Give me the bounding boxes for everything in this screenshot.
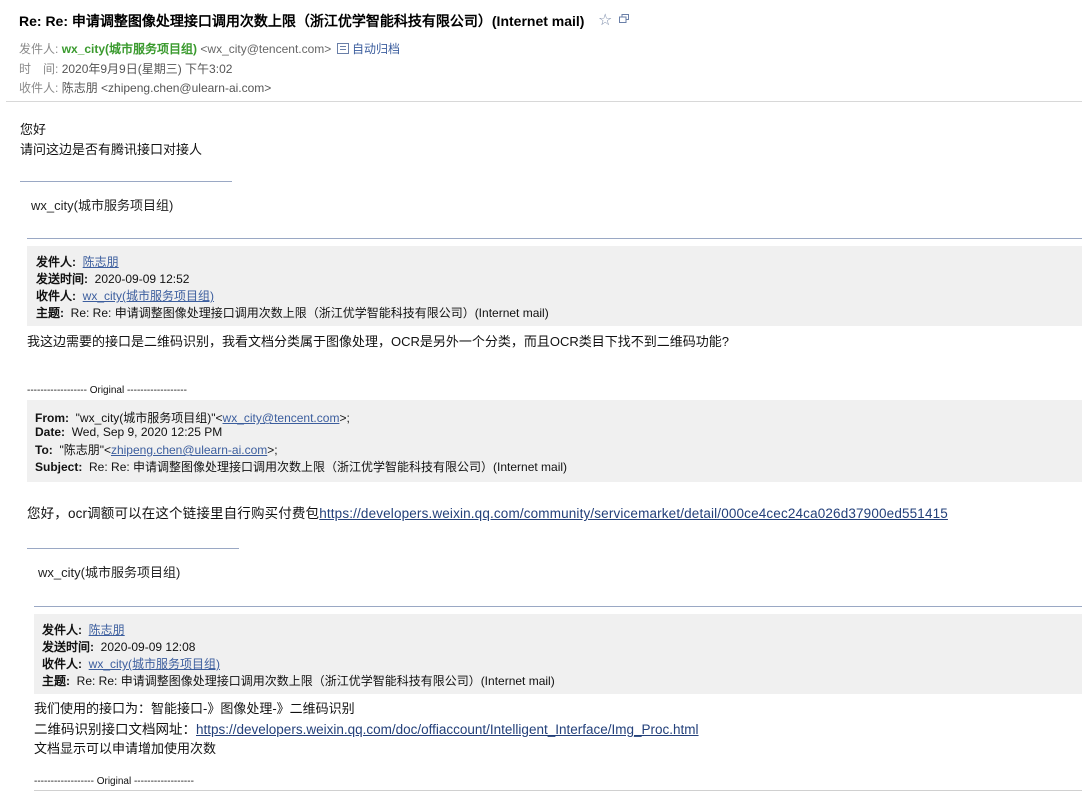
quote2-subject-value: Re: Re: 申请调整图像处理接口调用次数上限（浙江优学智能科技有限公司）(I… bbox=[76, 674, 555, 688]
mail-subject: Re: Re: 申请调整图像处理接口调用次数上限（浙江优学智能科技有限公司）(I… bbox=[19, 13, 585, 29]
to-value: 陈志朋 <zhipeng.chen@ulearn-ai.com> bbox=[61, 81, 272, 95]
img-proc-doc-link[interactable]: https://developers.weixin.qq.com/doc/off… bbox=[196, 722, 699, 737]
quote2-subject-row: 主题: Re: Re: 申请调整图像处理接口调用次数上限（浙江优学智能科技有限公… bbox=[42, 672, 555, 689]
quote-body: 我这边需要的接口是二维码识别，我看文档分类属于图像处理，OCR是另外一个分类，而… bbox=[27, 334, 730, 349]
new-window-icon[interactable] bbox=[619, 14, 629, 23]
original-signature: wx_city(城市服务项目组) bbox=[38, 565, 181, 580]
quote-to-row: 收件人: wx_city(城市服务项目组) bbox=[36, 287, 214, 304]
quote-from-row: 发件人: 陈志朋 bbox=[36, 253, 119, 270]
quote-to-link[interactable]: wx_city(城市服务项目组) bbox=[83, 289, 214, 303]
signature: wx_city(城市服务项目组) bbox=[31, 198, 174, 213]
original-to-row: To: "陈志朋"<zhipeng.chen@ulearn-ai.com>; bbox=[35, 441, 278, 458]
quote2-subject-label: 主题: bbox=[42, 674, 70, 688]
original-from-name: "wx_city(城市服务项目组)"< bbox=[75, 411, 223, 425]
to-label: 收件人: bbox=[19, 81, 59, 95]
quote2-sent-row: 发送时间: 2020-09-09 12:08 bbox=[42, 638, 195, 655]
from-row: 发件人: wx_city(城市服务项目组) <wx_city@tencent.c… bbox=[19, 40, 400, 57]
quote2-from-label: 发件人: bbox=[42, 623, 82, 637]
sender-name[interactable]: wx_city(城市服务项目组) bbox=[62, 42, 197, 56]
original-divider: ------------------ Original ------------… bbox=[27, 385, 187, 396]
quote-subject-label: 主题: bbox=[36, 306, 64, 320]
quote2-to-link[interactable]: wx_city(城市服务项目组) bbox=[89, 657, 220, 671]
signature-divider bbox=[20, 181, 232, 182]
servicemarket-link[interactable]: https://developers.weixin.qq.com/communi… bbox=[319, 506, 948, 521]
original-to-email[interactable]: zhipeng.chen@ulearn-ai.com bbox=[111, 443, 267, 457]
quote2-sent-label: 发送时间: bbox=[42, 640, 94, 654]
archive-icon[interactable] bbox=[336, 43, 349, 54]
original-date-value: Wed, Sep 9, 2020 12:25 PM bbox=[71, 425, 223, 439]
original-body-text: 您好，ocr调额可以在这个链接里自行购买付费包 bbox=[27, 506, 320, 521]
quote2-to-label: 收件人: bbox=[42, 657, 82, 671]
time-label: 时 间: bbox=[19, 62, 59, 76]
quote-sent-value: 2020-09-09 12:52 bbox=[94, 272, 190, 286]
quote2-to-row: 收件人: wx_city(城市服务项目组) bbox=[42, 655, 220, 672]
original-from-tail: >; bbox=[339, 411, 350, 425]
to-row: 收件人: 陈志朋 <zhipeng.chen@ulearn-ai.com> bbox=[19, 79, 271, 96]
original-to-label: To: bbox=[35, 443, 53, 457]
original-subject-row: Subject: Re: Re: 申请调整图像处理接口调用次数上限（浙江优学智能… bbox=[35, 458, 567, 475]
quote-from-label: 发件人: bbox=[36, 255, 76, 269]
original-date-row: Date: Wed, Sep 9, 2020 12:25 PM bbox=[35, 425, 222, 439]
question: 请问这边是否有腾讯接口对接人 bbox=[20, 142, 203, 157]
original2-divider: ------------------ Original ------------… bbox=[34, 776, 194, 787]
auto-archive-link[interactable]: 自动归档 bbox=[352, 42, 400, 56]
from-label: 发件人: bbox=[19, 42, 59, 56]
original-body: 您好，ocr调额可以在这个链接里自行购买付费包https://developer… bbox=[27, 502, 948, 522]
original-subject-value: Re: Re: 申请调整图像处理接口调用次数上限（浙江优学智能科技有限公司）(I… bbox=[89, 460, 568, 474]
time-value: 2020年9月9日(星期三) 下午3:02 bbox=[61, 62, 233, 76]
original-from-email[interactable]: wx_city@tencent.com bbox=[223, 411, 340, 425]
original-signature-divider bbox=[27, 548, 239, 549]
original-subject-label: Subject: bbox=[35, 460, 83, 474]
quote2-line2: 二维码识别接口文档网址：https://developers.weixin.qq… bbox=[34, 718, 699, 738]
quote-to-label: 收件人: bbox=[36, 289, 76, 303]
original-to-tail: >; bbox=[267, 443, 278, 457]
original-to-name: "陈志朋"< bbox=[59, 443, 111, 457]
quote-sent-label: 发送时间: bbox=[36, 272, 88, 286]
quote-from-link[interactable]: 陈志朋 bbox=[83, 255, 119, 269]
quote-sent-row: 发送时间: 2020-09-09 12:52 bbox=[36, 270, 189, 287]
original2-rule bbox=[34, 790, 1082, 791]
header-divider bbox=[6, 101, 1082, 102]
quote2-divider bbox=[34, 606, 1082, 607]
quote-divider bbox=[27, 238, 1082, 239]
quote2-line2-text: 二维码识别接口文档网址： bbox=[34, 722, 196, 737]
quote-subject-row: 主题: Re: Re: 申请调整图像处理接口调用次数上限（浙江优学智能科技有限公… bbox=[36, 304, 549, 321]
quote-subject-value: Re: Re: 申请调整图像处理接口调用次数上限（浙江优学智能科技有限公司）(I… bbox=[70, 306, 549, 320]
original-from-row: From: "wx_city(城市服务项目组)"<wx_city@tencent… bbox=[35, 409, 350, 426]
time-row: 时 间: 2020年9月9日(星期三) 下午3:02 bbox=[19, 60, 232, 77]
quote2-from-row: 发件人: 陈志朋 bbox=[42, 621, 125, 638]
original-date-label: Date: bbox=[35, 425, 66, 439]
quote2-line1: 我们使用的接口为：智能接口-》图像处理-》二维码识别 bbox=[34, 701, 355, 716]
mail-header: Re: Re: 申请调整图像处理接口调用次数上限（浙江优学智能科技有限公司）(I… bbox=[0, 0, 1082, 102]
original-from-label: From: bbox=[35, 411, 69, 425]
greeting: 您好 bbox=[20, 122, 47, 137]
quote2-line3: 文档显示可以申请增加使用次数 bbox=[34, 741, 217, 756]
quote2-from-link[interactable]: 陈志朋 bbox=[89, 623, 125, 637]
star-icon[interactable]: ☆ bbox=[598, 10, 612, 30]
sender-address: <wx_city@tencent.com> bbox=[200, 42, 332, 56]
quote2-sent-value: 2020-09-09 12:08 bbox=[100, 640, 196, 654]
